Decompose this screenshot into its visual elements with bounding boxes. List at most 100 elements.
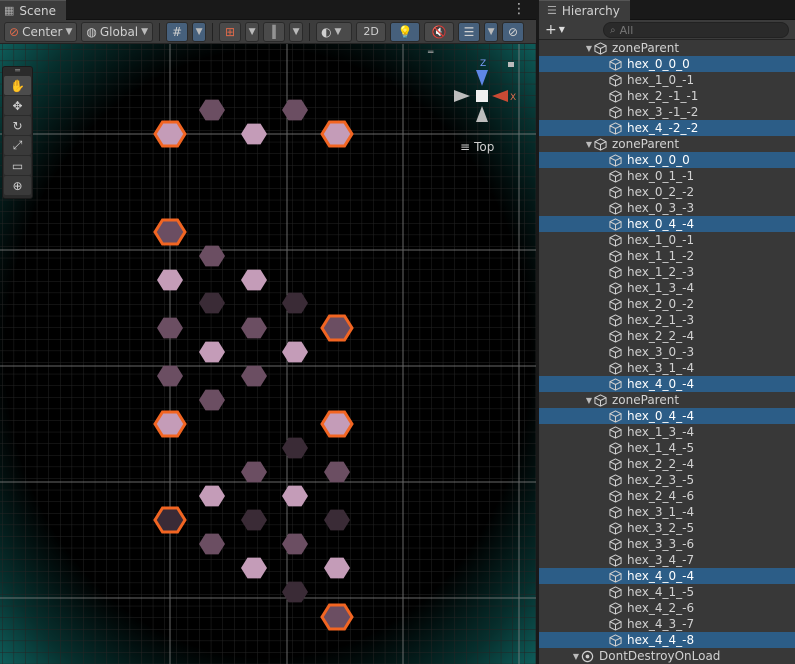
tab-hierarchy[interactable]: ☰ Hierarchy: [539, 0, 630, 20]
chevron-down-icon[interactable]: ▼: [584, 140, 594, 149]
increment-snap-toggle[interactable]: ⊞: [219, 21, 242, 42]
hierarchy-item[interactable]: hex_1_3_-4: [539, 424, 795, 440]
hierarchy-panel: ☰ Hierarchy + ▼ ⌕ All ▼ zoneParent hex_0_0…: [539, 0, 795, 664]
increment-snap-dropdown[interactable]: ▼: [245, 21, 260, 42]
hierarchy-item[interactable]: hex_2_1_-3: [539, 312, 795, 328]
hierarchy-item[interactable]: hex_3_0_-3: [539, 344, 795, 360]
scene-tabbar: ▦ Scene ⋮: [0, 0, 536, 20]
lighting-toggle[interactable]: 💡: [390, 21, 421, 42]
rotate-tool-button[interactable]: ↻: [4, 116, 31, 135]
hex-tile-selected[interactable]: [320, 603, 354, 631]
gameobject-cube-icon: [609, 617, 622, 631]
ruler-toggle[interactable]: ║: [263, 21, 286, 42]
gameobject-cube-icon: [609, 633, 622, 647]
space-mode-dropdown[interactable]: ◍ Global ▼: [81, 21, 154, 42]
grid-icon: ▦: [4, 4, 15, 17]
2d-mode-toggle[interactable]: 2D: [356, 21, 387, 42]
grid-snap-icon: #: [172, 24, 183, 39]
hierarchy-item[interactable]: hex_0_1_-1: [539, 168, 795, 184]
hierarchy-scene-item[interactable]: ▼ DontDestroyOnLoad: [539, 648, 795, 664]
audio-toggle[interactable]: 🔇: [424, 21, 455, 42]
hierarchy-item[interactable]: hex_1_0_-1: [539, 72, 795, 88]
lock-icon[interactable]: [508, 62, 514, 67]
hierarchy-item[interactable]: hex_2_-1_-1: [539, 88, 795, 104]
hierarchy-search-input[interactable]: ⌕ All: [603, 22, 789, 38]
hex-tile-selected[interactable]: [320, 120, 354, 148]
hierarchy-item[interactable]: hex_2_2_-4: [539, 328, 795, 344]
hierarchy-item[interactable]: hex_2_0_-2: [539, 296, 795, 312]
hierarchy-parent-item[interactable]: ▼ zoneParent: [539, 136, 795, 152]
hex-tile-selected[interactable]: [153, 218, 187, 246]
hierarchy-item[interactable]: hex_4_-2_-2: [539, 120, 795, 136]
shading-mode-dropdown[interactable]: ◐ ▼: [316, 21, 353, 42]
chevron-down-icon[interactable]: ▼: [571, 652, 581, 661]
scale-tool-button[interactable]: ⤢: [4, 136, 31, 155]
chevron-down-icon[interactable]: ▼: [584, 396, 594, 405]
hierarchy-item[interactable]: hex_0_4_-4: [539, 216, 795, 232]
hierarchy-item[interactable]: hex_1_3_-4: [539, 280, 795, 296]
hex-tile-selected[interactable]: [153, 506, 187, 534]
gizmo-negz-cone[interactable]: [476, 106, 488, 122]
hierarchy-item[interactable]: hex_4_0_-4: [539, 568, 795, 584]
hierarchy-item[interactable]: hex_3_4_-7: [539, 552, 795, 568]
scene-viewport[interactable]: ═ ✋ ✥ ↻ ⤢ ▭ ⊕ Z X ≡ Top ═: [0, 44, 536, 664]
hierarchy-item[interactable]: hex_1_1_-2: [539, 248, 795, 264]
hierarchy-item[interactable]: hex_3_1_-4: [539, 504, 795, 520]
hierarchy-item[interactable]: hex_4_0_-4: [539, 376, 795, 392]
pivot-mode-dropdown[interactable]: ⊘ Center ▼: [4, 21, 78, 42]
tab-scene[interactable]: ▦ Scene: [0, 0, 66, 20]
view-label[interactable]: ≡ Top: [460, 140, 494, 154]
gameobject-cube-icon: [594, 137, 607, 151]
overlay-menu-icon[interactable]: ═: [428, 48, 433, 58]
rect-tool-button[interactable]: ▭: [4, 156, 31, 175]
drag-handle-icon[interactable]: ═: [3, 67, 32, 75]
hierarchy-item[interactable]: hex_4_2_-6: [539, 600, 795, 616]
chevron-down-icon[interactable]: ▼: [584, 44, 594, 53]
hierarchy-item[interactable]: hex_3_-1_-2: [539, 104, 795, 120]
transform-tool-button[interactable]: ⊕: [4, 176, 31, 195]
create-dropdown[interactable]: + ▼: [545, 22, 565, 38]
effects-toggle[interactable]: ☰: [458, 21, 481, 42]
scene-menu-icon[interactable]: ⋮: [512, 1, 526, 17]
hierarchy-parent-item[interactable]: ▼ zoneParent: [539, 392, 795, 408]
hierarchy-item[interactable]: hex_0_3_-3: [539, 200, 795, 216]
hierarchy-item[interactable]: hex_2_3_-5: [539, 472, 795, 488]
hierarchy-item[interactable]: hex_4_3_-7: [539, 616, 795, 632]
hierarchy-item[interactable]: hex_3_3_-6: [539, 536, 795, 552]
hierarchy-parent-item[interactable]: ▼ zoneParent: [539, 40, 795, 56]
gameobject-cube-icon: [609, 73, 622, 87]
grid-snap-toggle[interactable]: #: [166, 21, 189, 42]
hierarchy-item[interactable]: hex_4_1_-5: [539, 584, 795, 600]
move-tool-button[interactable]: ✥: [4, 96, 31, 115]
hierarchy-item[interactable]: hex_0_4_-4: [539, 408, 795, 424]
hand-tool-button[interactable]: ✋: [4, 76, 31, 95]
hierarchy-item[interactable]: hex_2_4_-6: [539, 488, 795, 504]
hierarchy-item[interactable]: hex_0_0_0: [539, 56, 795, 72]
hierarchy-item-label: hex_1_3_-4: [627, 281, 695, 295]
hierarchy-tab-label: Hierarchy: [561, 3, 620, 18]
hierarchy-item[interactable]: hex_1_4_-5: [539, 440, 795, 456]
visibility-toggle[interactable]: ⊘: [502, 21, 525, 42]
hex-tile-selected[interactable]: [320, 314, 354, 342]
gizmo-negx-cone[interactable]: [454, 90, 470, 102]
gizmo-x-cone[interactable]: [492, 90, 508, 102]
effects-dropdown[interactable]: ▼: [484, 21, 499, 42]
hierarchy-item[interactable]: hex_4_4_-8: [539, 632, 795, 648]
hierarchy-item-label: hex_2_3_-5: [627, 473, 695, 487]
hex-tile-selected[interactable]: [153, 120, 187, 148]
gizmo-z-cone[interactable]: [476, 70, 488, 86]
gizmo-center-cube[interactable]: [476, 90, 488, 102]
ruler-dropdown[interactable]: ▼: [289, 21, 304, 42]
grid-snap-dropdown[interactable]: ▼: [192, 21, 207, 42]
hierarchy-item[interactable]: hex_3_1_-4: [539, 360, 795, 376]
gameobject-cube-icon: [609, 281, 622, 295]
hierarchy-item[interactable]: hex_2_2_-4: [539, 456, 795, 472]
space-mode-label: Global: [99, 24, 139, 39]
hierarchy-item[interactable]: hex_3_2_-5: [539, 520, 795, 536]
hex-tile-selected[interactable]: [153, 410, 187, 438]
hierarchy-item[interactable]: hex_0_0_0: [539, 152, 795, 168]
hierarchy-item[interactable]: hex_1_0_-1: [539, 232, 795, 248]
hex-tile-selected[interactable]: [320, 410, 354, 438]
hierarchy-item[interactable]: hex_1_2_-3: [539, 264, 795, 280]
hierarchy-item[interactable]: hex_0_2_-2: [539, 184, 795, 200]
